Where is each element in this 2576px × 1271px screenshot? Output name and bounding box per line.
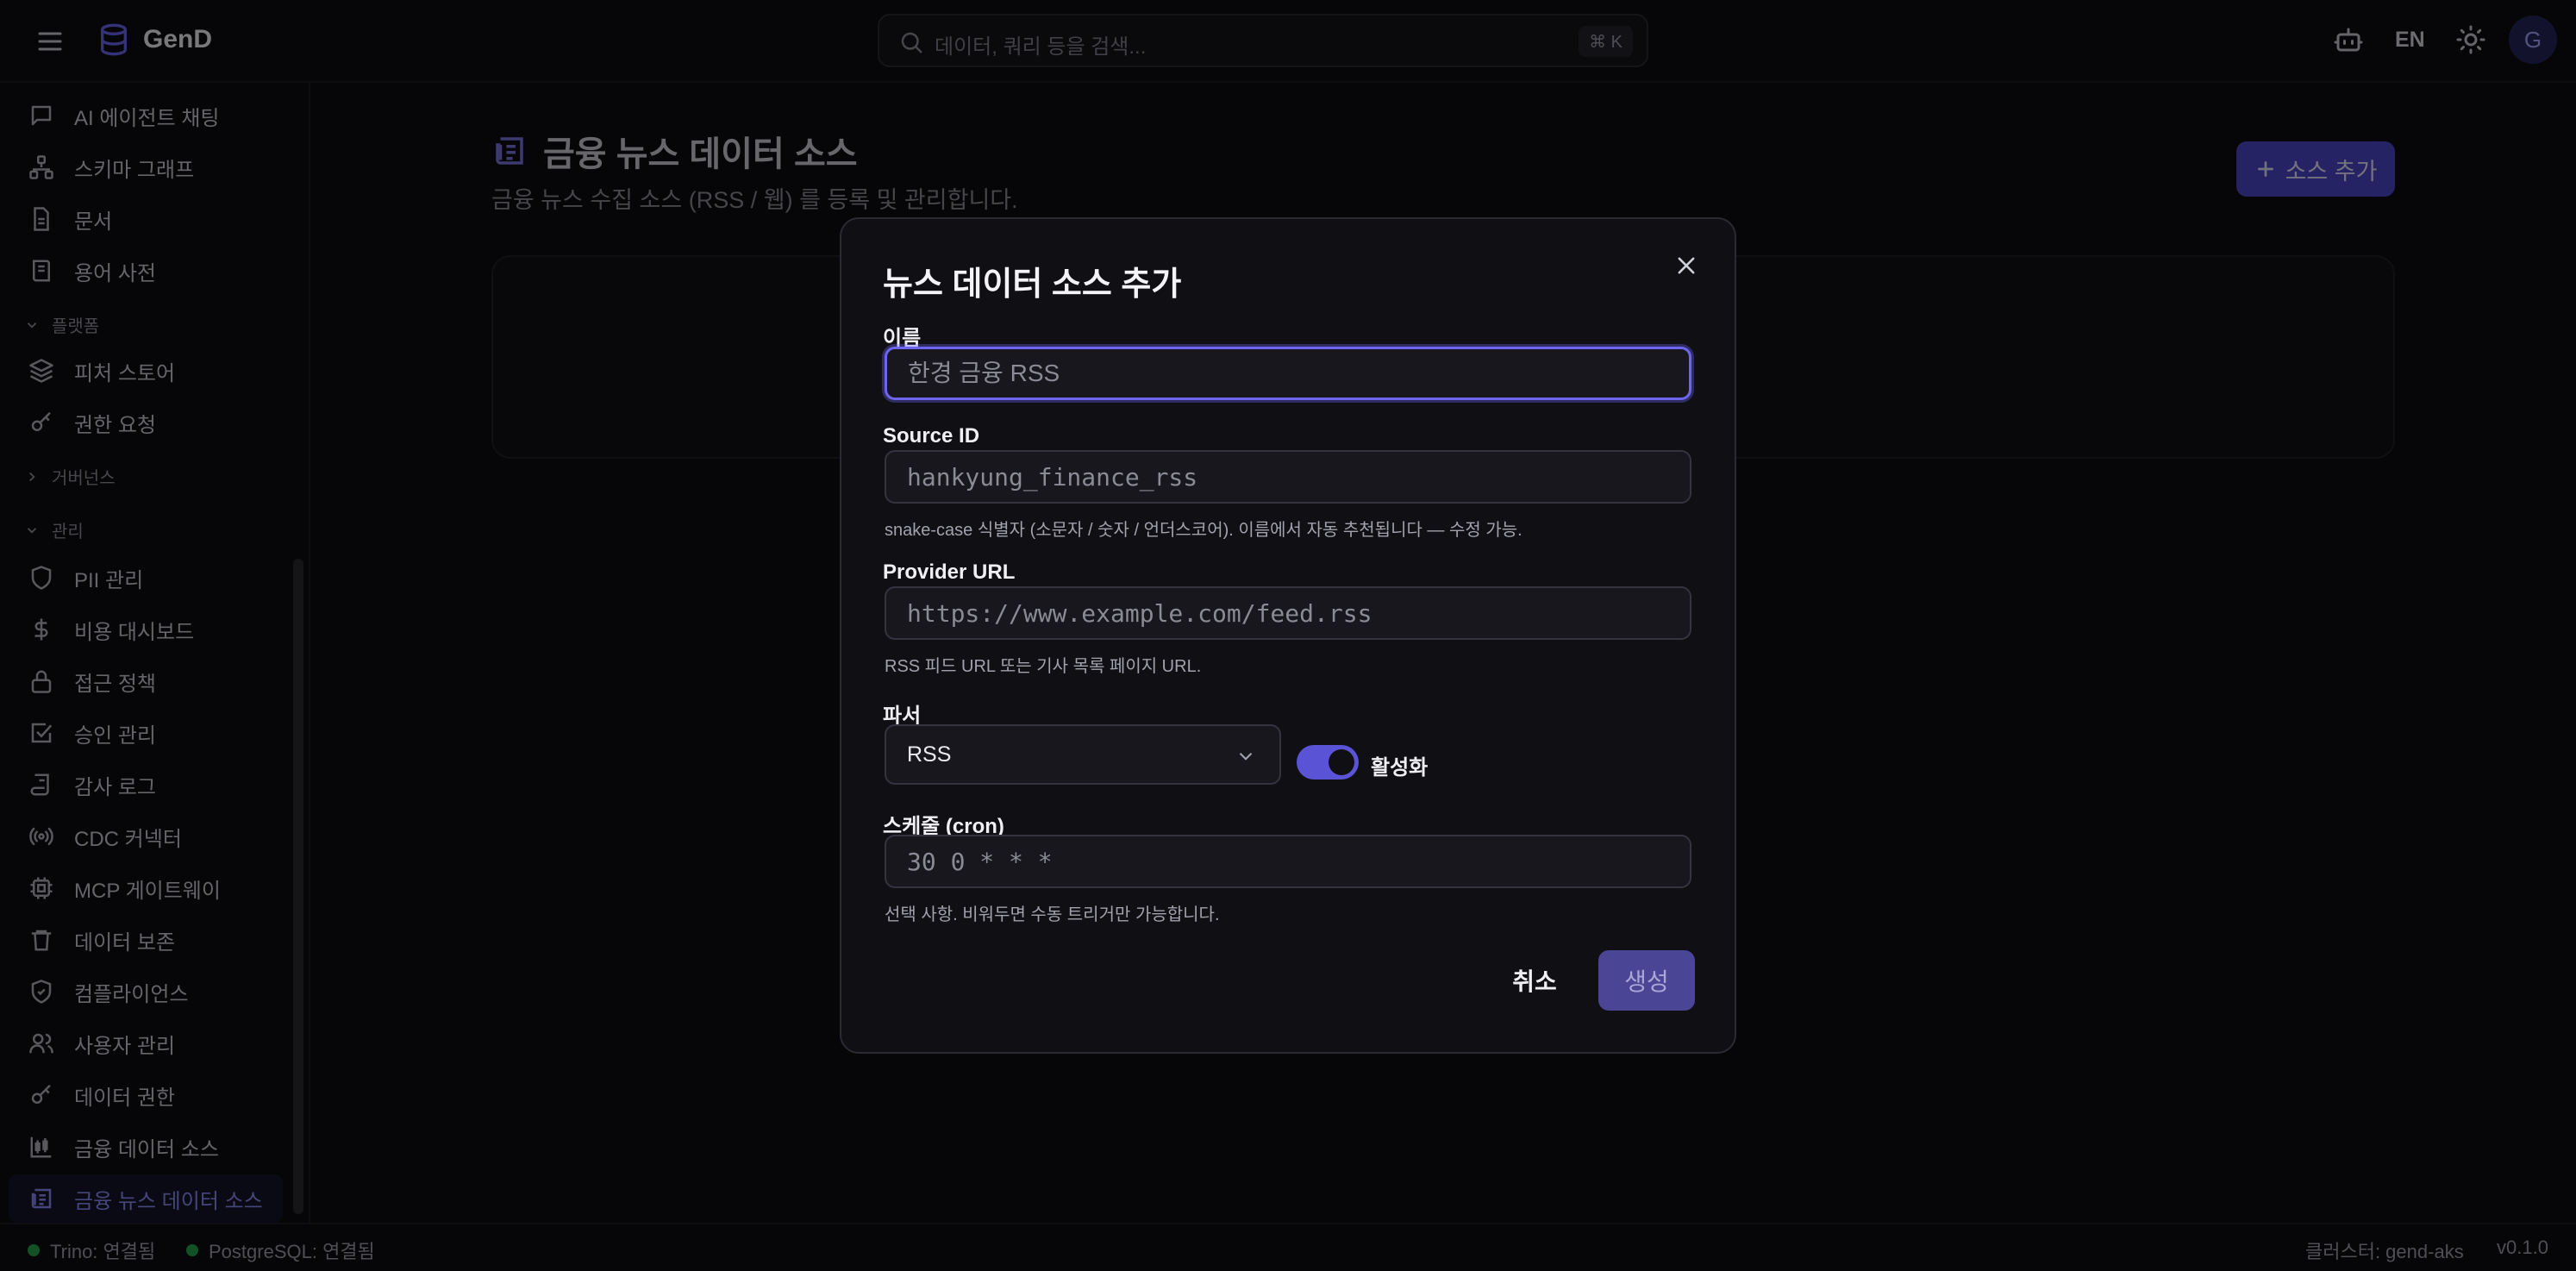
dialog-title: 뉴스 데이터 소스 추가 xyxy=(883,266,1182,303)
toggle-knob xyxy=(1329,749,1354,775)
source-id-label: Source ID xyxy=(883,424,980,448)
active-toggle[interactable] xyxy=(1297,745,1359,780)
provider-url-label: Provider URL xyxy=(883,560,1016,584)
source-id-input[interactable] xyxy=(885,450,1691,504)
name-input[interactable] xyxy=(885,347,1691,400)
provider-url-input[interactable] xyxy=(885,586,1691,640)
schedule-hint: 선택 사항. 비워두면 수동 트리거만 가능합니다. xyxy=(885,905,1220,924)
source-id-hint: snake-case 식별자 (소문자 / 숫자 / 언더스코어). 이름에서 … xyxy=(885,521,1522,540)
parser-select[interactable]: RSS xyxy=(885,724,1281,785)
schedule-input[interactable] xyxy=(885,835,1691,888)
parser-value: RSS xyxy=(907,742,952,767)
active-label: 활성화 xyxy=(1371,756,1429,780)
cancel-button[interactable]: 취소 xyxy=(1493,950,1576,1011)
close-icon[interactable] xyxy=(1669,248,1704,283)
add-news-source-dialog: 뉴스 데이터 소스 추가 이름 Source ID snake-case 식별자… xyxy=(840,217,1736,1054)
chevron-down-icon xyxy=(1235,745,1257,767)
create-button[interactable]: 생성 xyxy=(1598,950,1695,1011)
provider-url-hint: RSS 피드 URL 또는 기사 목록 페이지 URL. xyxy=(885,657,1202,676)
